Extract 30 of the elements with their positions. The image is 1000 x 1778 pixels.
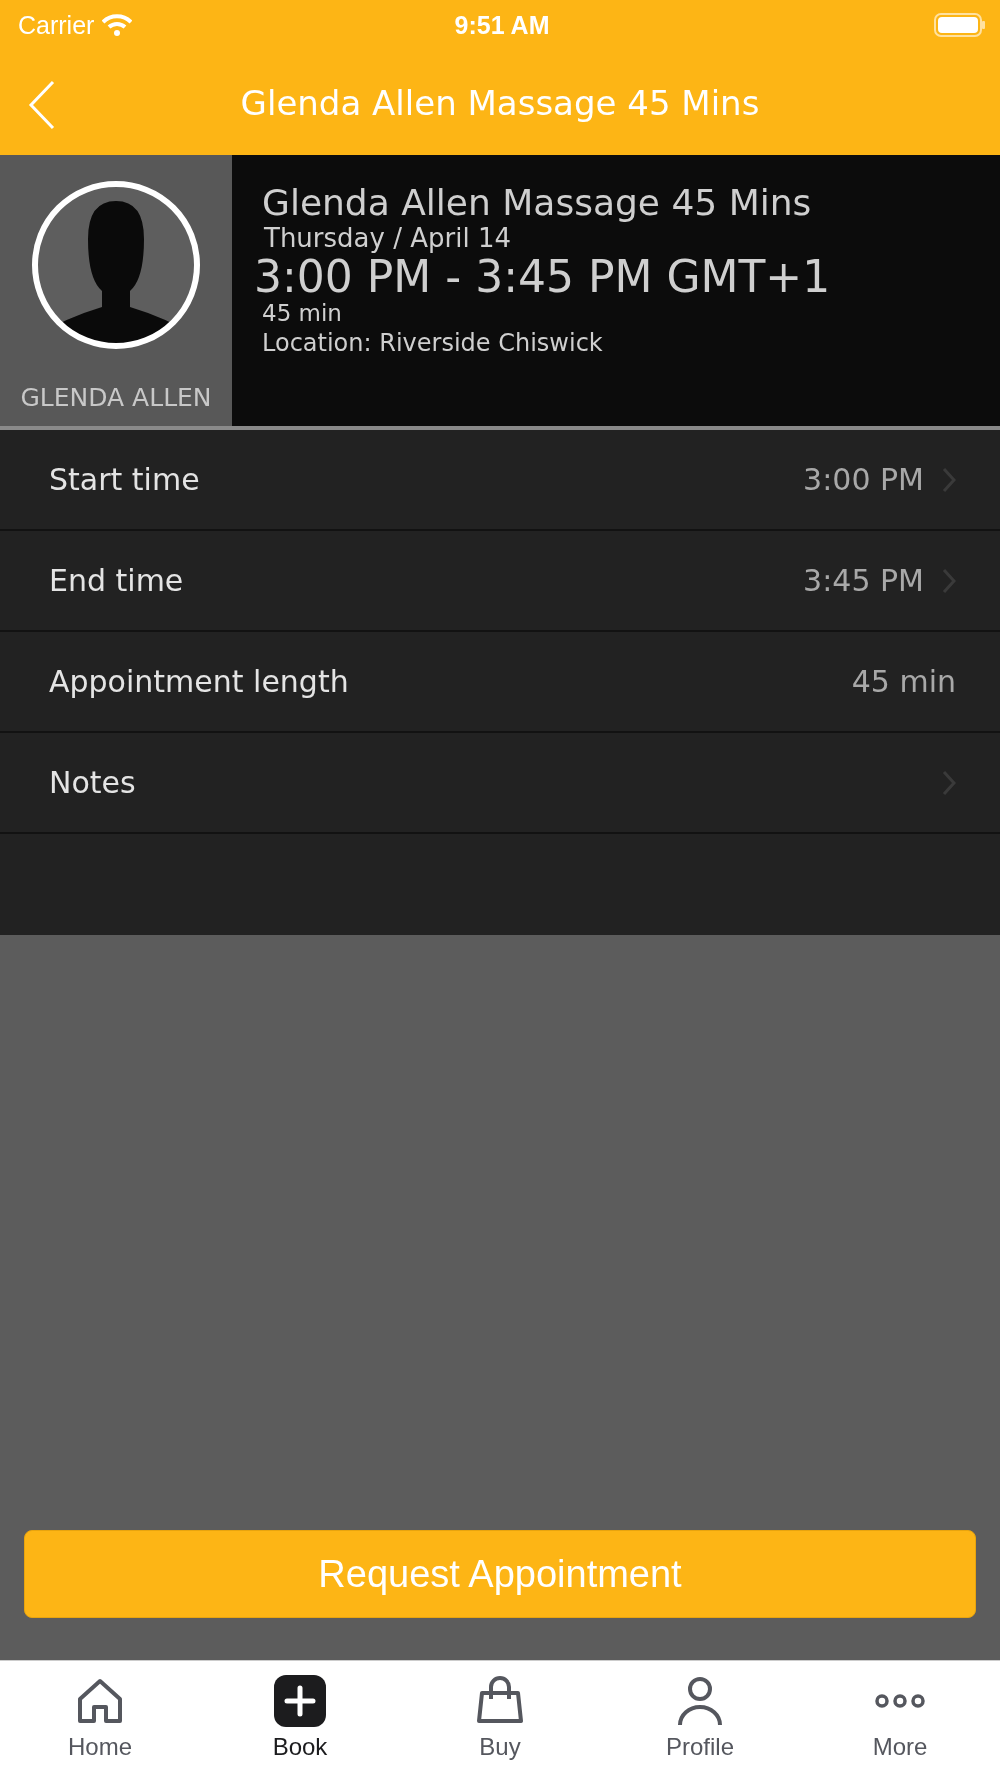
plus-icon [274, 1675, 326, 1727]
row-label: Appointment length [49, 664, 350, 699]
tab-item[interactable]: Profile [600, 1661, 800, 1778]
detail-row[interactable]: End time 3:45 PM [0, 531, 1000, 632]
tab-item[interactable]: Home [0, 1661, 200, 1778]
detail-row[interactable]: Notes [0, 733, 1000, 834]
row-value: 45 min [851, 664, 956, 699]
staff-name: GLENDA ALLEN [20, 383, 212, 412]
more-icon [874, 1694, 926, 1708]
detail-row[interactable]: Start time 3:00 PM [0, 430, 1000, 531]
battery-icon [934, 13, 986, 37]
appointment-title: Glenda Allen Massage 45 Mins [262, 183, 813, 223]
nav-title: Glenda Allen Massage 45 Mins [240, 82, 760, 123]
row-label: Notes [49, 765, 137, 800]
avatar-icon [30, 179, 202, 351]
row-value: 3:00 PM [803, 462, 924, 497]
back-icon[interactable] [28, 80, 56, 130]
appointment-duration: 45 min [262, 301, 343, 325]
tab-item[interactable]: Buy [400, 1661, 600, 1778]
tab-item[interactable]: Book [200, 1661, 400, 1778]
status-time: 9:51 AM [454, 10, 550, 40]
wifi-icon [102, 14, 133, 36]
row-label: End time [49, 563, 185, 598]
appointment-time: 3:00 PM - 3:45 PM GMT+1 [254, 253, 831, 301]
row-label: Start time [49, 462, 201, 497]
row-value: 3:45 PM [803, 563, 924, 598]
appointment-date: Thursday / April 14 [264, 223, 512, 253]
carrier-name: Carrier [18, 10, 95, 40]
tab-item[interactable]: More [800, 1661, 1000, 1778]
appointment-location: Location: Riverside Chiswick [262, 328, 604, 359]
